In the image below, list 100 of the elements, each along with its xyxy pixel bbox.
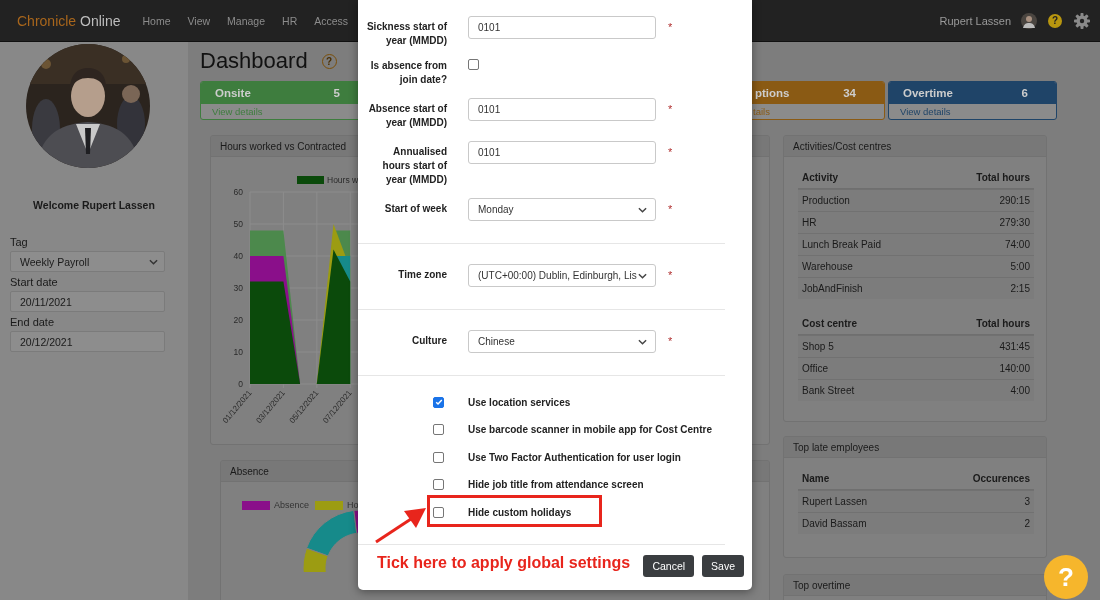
checkbox-label[interactable]: Hide custom holidays: [468, 506, 572, 518]
required-mark: *: [668, 335, 674, 347]
view-details-link[interactable]: View details: [889, 104, 1056, 119]
user-name[interactable]: Rupert Lassen: [939, 14, 1011, 27]
table-cell: Warehouse: [802, 261, 853, 272]
checkbox-label[interactable]: Use barcode scanner in mobile app for Cost Centre: [468, 424, 712, 435]
required-mark: *: [668, 21, 674, 33]
annotation-arrow: [374, 506, 428, 544]
table-cell: Rupert Lassen: [802, 496, 868, 507]
dropdown[interactable]: (UTC+00:00) Dublin, Edinburgh, Lis: [468, 264, 656, 287]
table-cell: HR: [802, 217, 817, 228]
welcome-text: Welcome Rupert Lassen: [32, 199, 156, 211]
checkbox[interactable]: [433, 479, 444, 490]
table-cell: 74:00: [1004, 239, 1030, 250]
checkbox-label[interactable]: Use Two Factor Authentication for user login: [468, 451, 681, 463]
field-label: Start of week: [383, 202, 447, 216]
table-cell: 5:00: [1010, 261, 1030, 272]
field-label: Culture: [411, 334, 447, 348]
nav-link[interactable]: HR: [282, 14, 298, 27]
chevron-down-icon: [638, 338, 647, 345]
table-cell: 2: [1024, 518, 1030, 529]
checkbox[interactable]: [468, 59, 479, 70]
legend-label: Absence: [274, 500, 310, 510]
text-field[interactable]: 0101: [468, 16, 656, 39]
table-cell: Office: [802, 363, 828, 374]
panel-title: Top overtime: [793, 579, 851, 591]
table-cell: 290:15: [999, 195, 1030, 206]
column-header: Name: [802, 473, 830, 484]
table-cell: 140:00: [999, 363, 1030, 374]
legend-swatch: [297, 176, 324, 184]
table-cell: Production: [802, 195, 850, 206]
nav-link[interactable]: Access: [314, 14, 349, 27]
stat-count: 5: [333, 87, 340, 99]
nav-link[interactable]: View: [187, 14, 211, 27]
chevron-down-icon: [638, 206, 647, 213]
panel-title: Activities/Cost centres: [793, 140, 892, 152]
stat-title: Overtime: [903, 87, 953, 99]
nav-link[interactable]: Home: [142, 14, 171, 27]
stat-title: ptions: [755, 87, 790, 99]
required-mark: *: [668, 146, 674, 158]
donut-chart-drawing: [303, 510, 358, 572]
panel-title: Top late employees: [793, 441, 880, 453]
table-cell: Lunch Break Paid: [802, 239, 881, 250]
table-cell: Bank Street: [802, 385, 855, 396]
field-label: Is absence from join date?: [369, 59, 447, 87]
stat-count: 34: [843, 87, 856, 99]
table-cell: 2:15: [1010, 283, 1030, 294]
dropdown[interactable]: Chinese: [468, 330, 656, 353]
nav-link[interactable]: Manage: [227, 14, 266, 27]
dialog-button[interactable]: Save: [702, 555, 744, 577]
checkbox-label[interactable]: Use location services: [468, 396, 571, 408]
stat-count: 6: [1021, 87, 1028, 99]
table-cell: David Bassam: [802, 518, 867, 529]
panel-title: Hours worked vs Contracted: [220, 140, 347, 152]
help-icon[interactable]: ?: [1048, 13, 1062, 28]
annotation-text: Tick here to apply global settings: [377, 554, 631, 572]
settings-icon[interactable]: [1073, 11, 1091, 30]
column-header: Total hours: [976, 172, 1030, 183]
axis-tick-label: 20: [233, 315, 243, 325]
stat-title: Onsite: [215, 87, 251, 99]
checkbox[interactable]: [433, 506, 444, 518]
panel-title: Absence: [230, 465, 269, 477]
table-cell: JobAndFinish: [802, 283, 863, 294]
chevron-down-icon: [638, 272, 647, 279]
field-label: Sickness start of year (MMDD): [365, 20, 447, 48]
required-mark: *: [668, 203, 674, 215]
field-label: Absence start of year (MMDD): [367, 102, 447, 130]
column-header: Total hours: [976, 318, 1030, 329]
dropdown[interactable]: Weekly Payroll: [10, 251, 165, 272]
required-mark: *: [668, 269, 674, 281]
checkbox-label[interactable]: Hide job title from attendance screen: [468, 479, 644, 490]
date-field[interactable]: 20/12/2021: [10, 331, 165, 352]
dropdown[interactable]: Monday: [468, 198, 656, 221]
table-cell: 279:30: [999, 217, 1030, 228]
date-field[interactable]: 20/11/2021: [10, 291, 165, 312]
table-cell: 431:45: [999, 341, 1030, 352]
checkbox[interactable]: [433, 424, 444, 435]
checkbox[interactable]: [433, 396, 444, 408]
text-field[interactable]: 0101: [468, 98, 656, 121]
column-header: Cost centre: [802, 318, 857, 329]
checkbox[interactable]: [433, 451, 444, 463]
axis-tick-label: 10: [233, 347, 243, 357]
required-mark: *: [668, 103, 674, 115]
table-cell: 3: [1024, 496, 1030, 507]
axis-tick-label: 60: [233, 187, 243, 197]
field-label: Start date: [10, 276, 59, 289]
axis-tick-label: 0: [238, 379, 243, 389]
text-field[interactable]: 0101: [468, 141, 656, 164]
page-title: Dashboard: [200, 48, 308, 74]
brand-logo[interactable]: Chronicle Online: [17, 12, 121, 29]
column-header: Occurences: [972, 473, 1030, 484]
table-cell: 4:00: [1010, 385, 1030, 396]
axis-tick-label: 40: [233, 251, 243, 261]
dialog-button[interactable]: Cancel: [643, 555, 695, 577]
legend-label: Hours w: [327, 175, 359, 185]
axis-tick-label: 30: [233, 283, 243, 293]
axis-tick-label: 50: [233, 219, 243, 229]
field-label: Tag: [10, 236, 29, 249]
chevron-down-icon: [149, 258, 158, 265]
table-cell: Shop 5: [802, 341, 834, 352]
